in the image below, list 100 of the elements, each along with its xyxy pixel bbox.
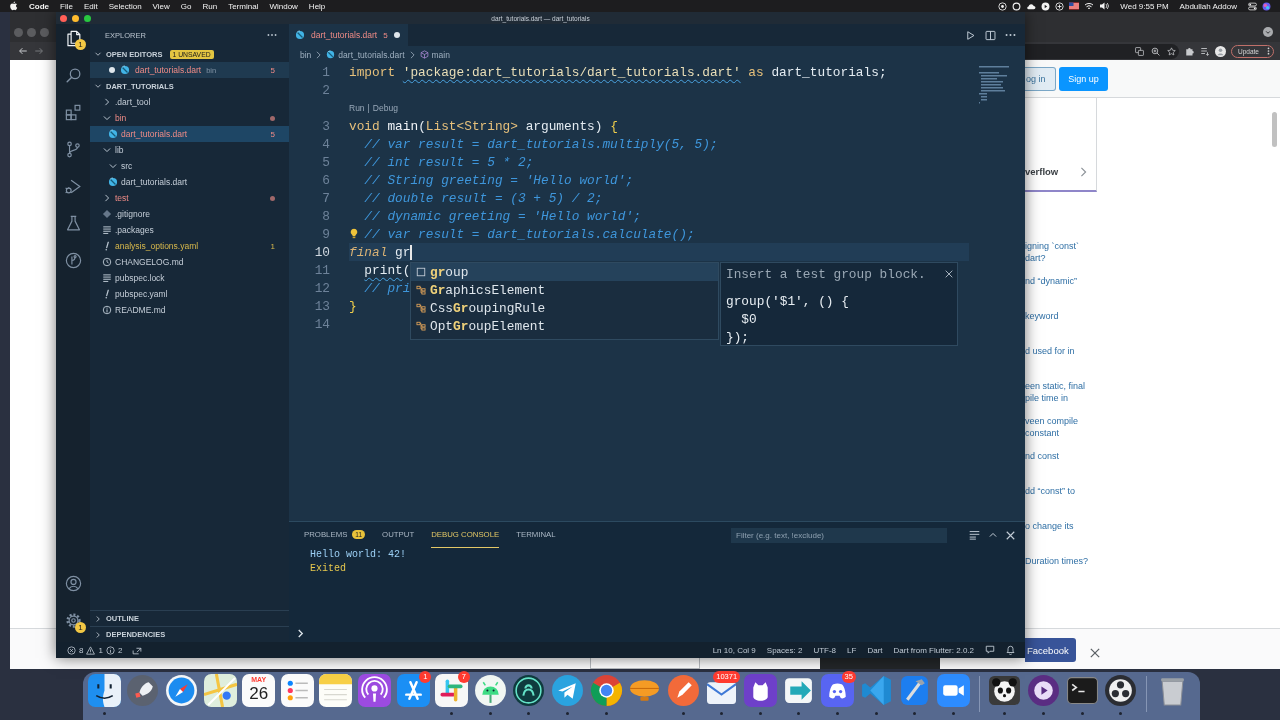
play-circle-icon[interactable] (1041, 1, 1051, 11)
breadcrumb[interactable]: bin (300, 49, 312, 60)
warning-count[interactable]: 1 (98, 645, 103, 655)
question-link[interactable]: een static, final pile time in (1025, 380, 1086, 404)
star-icon[interactable] (1167, 46, 1176, 56)
menu-item[interactable]: Help (308, 1, 326, 11)
close-button[interactable] (59, 14, 67, 22)
orb-icon[interactable] (1262, 1, 1271, 11)
question-link[interactable]: keyword (1025, 310, 1059, 322)
user-name[interactable]: Abdullah Addow (1179, 1, 1237, 11)
zoom-in-icon[interactable] (1151, 46, 1160, 56)
game-controller-icon[interactable] (821, 674, 855, 707)
speaker-icon[interactable] (1099, 2, 1110, 10)
folder-item[interactable]: test (90, 190, 289, 206)
close-icon[interactable] (1090, 648, 1100, 658)
status-item[interactable]: Dart (867, 645, 883, 655)
minimize-button[interactable] (71, 14, 79, 22)
question-link[interactable]: nd “dynamic” (1025, 275, 1078, 287)
suggestion-item[interactable]: OptGroupElement (411, 317, 718, 335)
question-link[interactable]: Duration times? (1025, 555, 1089, 567)
activity-bar-button[interactable]: 1 (56, 602, 90, 639)
chevron-down-icon[interactable] (102, 145, 112, 155)
pen-circle-icon[interactable] (666, 674, 700, 707)
plus-circle-icon[interactable] (1055, 1, 1065, 11)
menu-item[interactable]: File (60, 1, 73, 11)
cloud-icon[interactable] (1026, 1, 1037, 11)
dropdown-circle-icon[interactable] (1263, 27, 1273, 37)
suggestion-item[interactable]: GraphicsElement (411, 281, 718, 299)
breadcrumb[interactable]: dart_tutorials.dart (326, 49, 405, 60)
paper-plane-icon[interactable] (550, 674, 584, 707)
tree-item[interactable]: dart_tutorials.dart (90, 174, 289, 190)
zoom-button[interactable] (83, 14, 91, 22)
cat-tile-icon[interactable] (743, 674, 777, 707)
tree-item[interactable]: .packages (90, 222, 289, 238)
translate-icon[interactable] (1135, 46, 1144, 56)
log-in-button[interactable]: og in (1025, 66, 1056, 91)
three-dots-circle-icon[interactable] (1104, 674, 1138, 707)
chevron-down-icon[interactable] (102, 113, 112, 123)
tree-item[interactable]: CHANGELOG.md (90, 254, 289, 270)
facebook-button[interactable]: Facebook (1025, 638, 1076, 662)
compass-icon[interactable] (165, 674, 198, 707)
reading-list-icon[interactable] (1200, 46, 1210, 56)
chevron-down-icon[interactable] (108, 161, 118, 171)
unsaved-dot-icon[interactable] (393, 32, 400, 38)
suggestion-item[interactable]: group (411, 263, 718, 281)
folder-item[interactable]: bin (90, 110, 289, 126)
chevron-right-icon[interactable] (102, 193, 112, 203)
menu-item[interactable]: View (152, 1, 170, 11)
status-item[interactable]: Spaces: 2 (766, 645, 803, 655)
app-menu[interactable]: Code (29, 1, 49, 11)
folder-item[interactable]: .dart_tool (90, 94, 289, 110)
split-editor-icon[interactable] (985, 29, 996, 41)
hash-tile-icon[interactable] (435, 674, 469, 707)
question-link[interactable]: d used for in (1025, 345, 1075, 357)
tree-item[interactable]: analysis_options.yaml 1 (90, 238, 289, 254)
run-icon[interactable] (965, 29, 976, 41)
question-link[interactable]: igning `const` dart? (1025, 240, 1080, 264)
breadcrumb[interactable]: main (419, 49, 450, 60)
checklist-icon[interactable] (280, 674, 314, 707)
apple-icon[interactable] (9, 1, 18, 11)
status-item[interactable]: LF (847, 645, 857, 655)
rocket-icon[interactable] (126, 674, 160, 707)
menu-item[interactable]: Terminal (228, 1, 259, 11)
chevron-right-icon[interactable] (94, 630, 102, 639)
flag-icon[interactable] (1069, 2, 1080, 10)
menu-item[interactable]: Run (202, 1, 218, 11)
back-arrow-icon[interactable] (18, 46, 28, 56)
chevron-down-icon[interactable] (94, 50, 102, 58)
menu-item[interactable]: Edit (83, 1, 98, 11)
question-link[interactable]: nd const (1025, 450, 1060, 462)
notepad-icon[interactable] (319, 674, 353, 707)
status-item[interactable]: Ln 10, Col 9 (712, 645, 756, 655)
arch-circle-icon[interactable] (512, 674, 546, 707)
filter-field[interactable]: Filter (e.g. text, !exclude) (731, 527, 947, 543)
chevron-right-icon[interactable] (94, 614, 102, 623)
chevron-right-icon[interactable] (102, 97, 112, 107)
terminal-icon[interactable] (1065, 674, 1099, 707)
more-icon[interactable] (267, 33, 277, 37)
card-link[interactable]: verflow (1025, 166, 1059, 178)
puzzle-icon[interactable] (1185, 46, 1195, 56)
share-arrow-icon[interactable] (132, 645, 143, 655)
play-circle-icon[interactable] (1027, 674, 1061, 707)
tree-item[interactable]: pubspec.lock (90, 270, 289, 286)
info-count[interactable]: 2 (117, 645, 123, 655)
info-icon[interactable] (105, 645, 115, 655)
status-item[interactable]: UTF-8 (813, 645, 837, 655)
tree-item[interactable]: README.md (90, 302, 289, 318)
folder-item[interactable]: lib (90, 142, 289, 158)
codelens-link[interactable]: Run (349, 103, 365, 113)
activity-bar-button[interactable]: 1 (56, 24, 90, 61)
list-icon[interactable] (969, 530, 980, 540)
feedback-icon[interactable] (985, 645, 995, 655)
ring-icon[interactable] (1012, 1, 1022, 11)
suggestion-item[interactable]: CssGroupingRule (411, 299, 718, 317)
scrollbar-thumb[interactable] (1272, 112, 1277, 147)
bell-icon[interactable] (1006, 645, 1015, 655)
more-icon[interactable] (1005, 33, 1016, 37)
circle-dot-icon[interactable] (998, 1, 1008, 11)
editor-tab[interactable]: dart_tutorials.dart 5 (289, 24, 408, 46)
status-item[interactable]: Dart from Flutter: 2.0.2 (893, 645, 974, 655)
